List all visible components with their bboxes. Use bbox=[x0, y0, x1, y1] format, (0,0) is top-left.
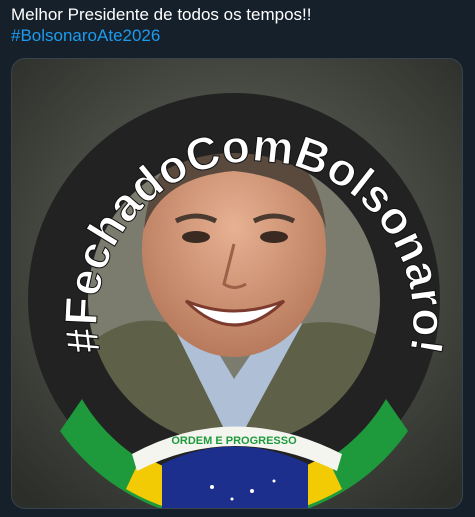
tweet-image[interactable]: ORDEM E PROGRESSO #FechadoComBolsonaro! bbox=[11, 58, 463, 509]
tweet-text: Melhor Presidente de todos os tempos!! #… bbox=[11, 4, 461, 46]
hashtag-link[interactable]: #BolsonaroAte2026 bbox=[11, 25, 461, 46]
flag-banner-text: ORDEM E PROGRESSO bbox=[171, 435, 297, 447]
tweet-container: Melhor Presidente de todos os tempos!! #… bbox=[0, 0, 475, 517]
tweet-body-text: Melhor Presidente de todos os tempos!! bbox=[11, 5, 312, 24]
profile-frame-image: ORDEM E PROGRESSO #FechadoComBolsonaro! bbox=[12, 59, 462, 508]
